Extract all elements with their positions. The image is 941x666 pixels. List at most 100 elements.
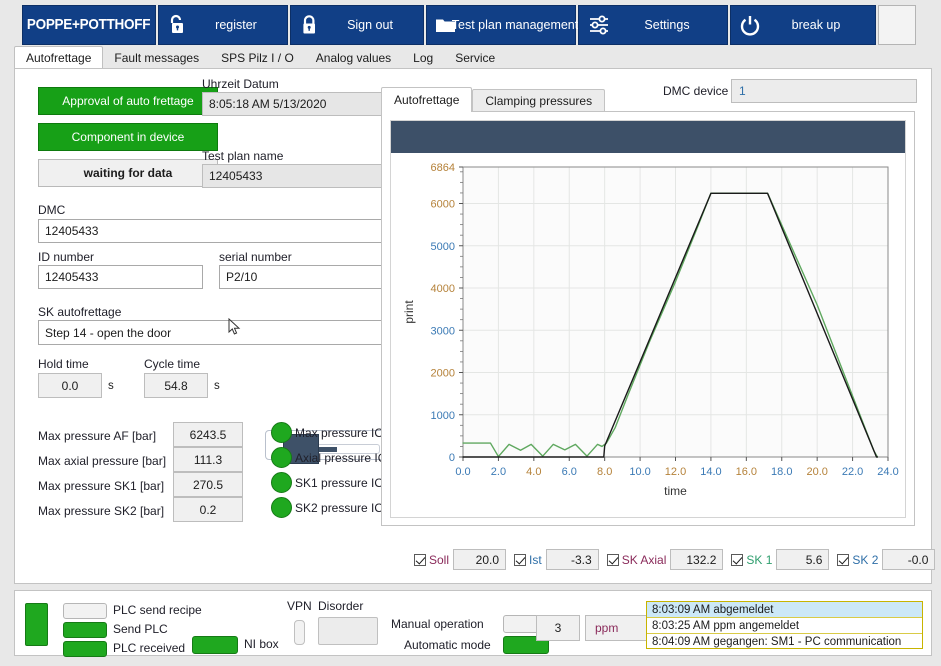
- sk2-checkbox[interactable]: [837, 554, 849, 566]
- svg-text:print: print: [402, 300, 416, 324]
- max-pressure-af-value: 6243.5: [190, 428, 227, 442]
- series-toggle-sk1[interactable]: SK 1 5.6: [731, 549, 829, 570]
- svg-text:6864: 6864: [431, 162, 455, 174]
- list-item[interactable]: 8:04:09 AM gegangen: SM1 - PC communicat…: [647, 634, 922, 649]
- sign-out-button[interactable]: Sign out: [290, 5, 424, 45]
- dmc-value: 12405433: [45, 224, 98, 238]
- id-number-input[interactable]: 12405433: [38, 265, 203, 289]
- serial-number-input[interactable]: P2/10: [219, 265, 382, 289]
- sk-autofrettage-value: Step 14 - open the door: [45, 326, 171, 340]
- break-up-button[interactable]: break up: [730, 5, 876, 45]
- soll-checkbox[interactable]: [414, 554, 426, 566]
- dmc-device-value: 1: [739, 84, 746, 98]
- sliders-icon: [587, 13, 611, 37]
- test-plan-name-label: Test plan name: [202, 149, 283, 163]
- brand-logo[interactable]: POPPE+POTTHOFF: [22, 5, 156, 45]
- disorder-indicator: [318, 617, 378, 645]
- svg-text:2.0: 2.0: [491, 466, 506, 478]
- svg-text:24.0: 24.0: [877, 466, 898, 478]
- folder-icon: [435, 15, 457, 35]
- svg-text:12.0: 12.0: [665, 466, 686, 478]
- tab-fault-messages[interactable]: Fault messages: [103, 47, 210, 69]
- approval-auto-frettage-button[interactable]: Approval of auto frettage: [38, 87, 218, 115]
- plc-received-label: PLC received: [113, 641, 185, 655]
- test-plan-management-button[interactable]: Test plan management: [426, 5, 576, 45]
- spare-toolbar-button[interactable]: [878, 5, 916, 45]
- series-toggle-sk2[interactable]: SK 2 -0.0: [837, 549, 935, 570]
- sk1-label: SK 1: [746, 553, 772, 567]
- svg-text:16.0: 16.0: [736, 466, 757, 478]
- ist-value-field: -3.3: [546, 549, 599, 570]
- chart-svg: 0.02.04.06.08.010.012.014.016.018.020.02…: [391, 153, 905, 519]
- dmc-device-field[interactable]: 1: [731, 79, 917, 103]
- chart-tab-strip: Autofrettage Clamping pressures: [381, 88, 605, 112]
- max-pressure-sk1-value: 270.5: [193, 478, 223, 492]
- chart-tab-autofrettage[interactable]: Autofrettage: [381, 87, 472, 112]
- chart-plot-area[interactable]: 0.02.04.06.08.010.012.014.016.018.020.02…: [391, 153, 905, 519]
- tab-fault-messages-label: Fault messages: [114, 51, 199, 65]
- ist-label: Ist: [529, 553, 542, 567]
- vpn-indicator: [294, 620, 305, 645]
- sk1-pressure-io-label: SK1 pressure IO: [295, 476, 384, 490]
- tab-log[interactable]: Log: [402, 47, 444, 69]
- message-log-list[interactable]: 8:03:09 AM abgemeldet 8:03:25 AM ppm ang…: [646, 601, 923, 649]
- svg-text:0.0: 0.0: [455, 466, 470, 478]
- soll-value-field: 20.0: [453, 549, 506, 570]
- max-pressure-sk1-field: 270.5: [173, 472, 243, 497]
- cycle-time-label: Cycle time: [144, 357, 200, 371]
- waiting-for-data-label: waiting for data: [84, 166, 173, 180]
- svg-text:1000: 1000: [431, 410, 455, 422]
- tab-sps-pilz-io[interactable]: SPS Pilz I / O: [210, 47, 305, 69]
- svg-text:20.0: 20.0: [806, 466, 827, 478]
- max-axial-pressure-label: Max axial pressure [bar]: [38, 454, 166, 468]
- component-in-device-button[interactable]: Component in device: [38, 123, 218, 151]
- svg-text:14.0: 14.0: [700, 466, 721, 478]
- sk1-checkbox[interactable]: [731, 554, 743, 566]
- axial-pressure-io-label: Axial pressure IO: [295, 451, 387, 465]
- svg-text:0: 0: [449, 452, 455, 464]
- sk-axial-value: 132.2: [686, 553, 716, 567]
- sk-autofrettage-status: Step 14 - open the door: [38, 320, 382, 345]
- hold-time-field: 0.0: [38, 373, 102, 398]
- series-toggle-sk-axial[interactable]: SK Axial 132.2: [607, 549, 724, 570]
- waiting-for-data-button[interactable]: waiting for data: [38, 159, 218, 187]
- component-in-device-label: Component in device: [72, 130, 185, 144]
- sk1-value: 5.6: [806, 553, 823, 567]
- ist-checkbox[interactable]: [514, 554, 526, 566]
- chart-tab-clamping-pressures[interactable]: Clamping pressures: [472, 89, 605, 112]
- system-ok-indicator: [25, 603, 48, 646]
- tab-autofrettage-label: Autofrettage: [26, 51, 91, 65]
- test-plan-name-field[interactable]: 12405433: [202, 164, 382, 188]
- series-toggle-row: Soll 20.0 Ist -3.3 SK Axial 132.2 SK 1 5…: [414, 549, 941, 570]
- vpn-label: VPN: [287, 599, 312, 613]
- tab-autofrettage[interactable]: Autofrettage: [14, 46, 103, 69]
- ppm-label: ppm: [595, 621, 618, 635]
- series-toggle-soll[interactable]: Soll 20.0: [414, 549, 506, 570]
- cycle-time-value: 54.8: [164, 379, 187, 393]
- chart-card: 0.02.04.06.08.010.012.014.016.018.020.02…: [381, 111, 915, 526]
- list-item[interactable]: 8:03:25 AM ppm angemeldet: [647, 618, 922, 634]
- tab-analog-values[interactable]: Analog values: [305, 47, 402, 69]
- tab-sps-pilz-io-label: SPS Pilz I / O: [221, 51, 294, 65]
- tab-service[interactable]: Service: [444, 47, 506, 69]
- sign-out-label: Sign out: [347, 18, 393, 32]
- sk2-label: SK 2: [852, 553, 878, 567]
- sk-axial-label: SK Axial: [622, 553, 667, 567]
- sk-axial-checkbox[interactable]: [607, 554, 619, 566]
- hold-time-label: Hold time: [38, 357, 89, 371]
- message-text: 8:03:25 AM ppm angemeldet: [652, 620, 799, 632]
- message-text: 8:04:09 AM gegangen: SM1 - PC communicat…: [652, 636, 901, 648]
- series-toggle-ist[interactable]: Ist -3.3: [514, 549, 599, 570]
- settings-button[interactable]: Settings: [578, 5, 728, 45]
- register-button[interactable]: register: [158, 5, 288, 45]
- svg-text:4000: 4000: [431, 283, 455, 295]
- dmc-input[interactable]: 12405433: [38, 219, 382, 243]
- settings-label: Settings: [644, 18, 689, 32]
- svg-text:8.0: 8.0: [597, 466, 612, 478]
- max-pressure-sk2-label: Max pressure SK2 [bar]: [38, 504, 164, 518]
- sk2-value: -0.0: [908, 553, 929, 567]
- max-pressure-sk2-field: 0.2: [173, 497, 243, 522]
- list-item[interactable]: 8:03:09 AM abgemeldet: [647, 602, 922, 618]
- max-pressure-io-led: [271, 422, 292, 443]
- break-up-label: break up: [792, 18, 841, 32]
